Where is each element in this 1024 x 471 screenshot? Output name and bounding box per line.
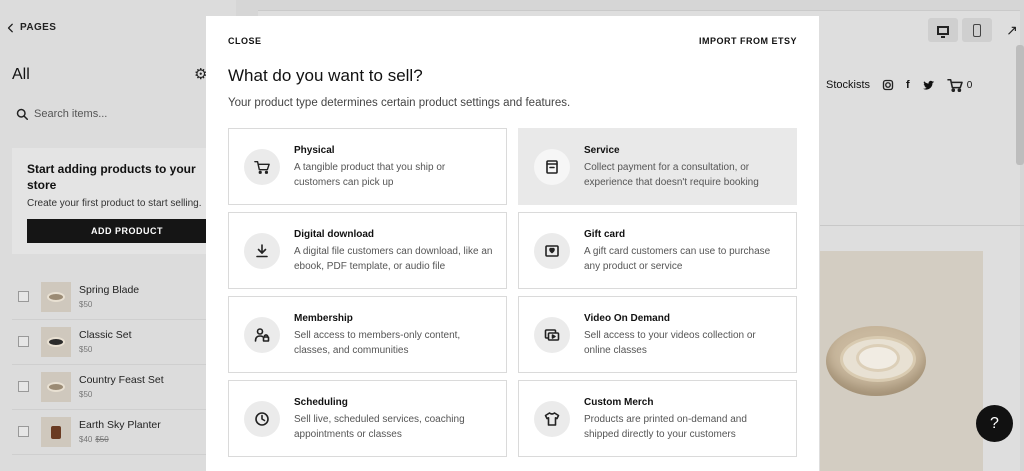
add-product-button[interactable]: ADD PRODUCT [27,219,227,243]
option-custom-merch[interactable]: Custom Merch Products are printed on-dem… [518,380,797,457]
option-scheduling[interactable]: Scheduling Sell live, scheduled services… [228,380,507,457]
scrollbar[interactable] [1016,45,1024,165]
product-list: Spring Blade $50 Classic Set $50 Country… [12,275,236,455]
product-thumbnail [41,282,71,312]
row-checkbox[interactable] [18,336,29,347]
option-description: A tangible product that you ship or cust… [294,162,446,188]
divider [820,225,1024,226]
cart-icon[interactable] [946,78,963,92]
chevron-left-icon [7,23,13,32]
product-price: $50 [79,390,93,399]
option-title: Physical [294,145,335,156]
option-title: Scheduling [294,397,348,408]
promo-title: Start adding products to your store [27,162,196,192]
empty-store-promo: Start adding products to your store Crea… [12,148,236,254]
row-checkbox[interactable] [18,426,29,437]
mobile-view-button[interactable] [962,18,992,42]
row-checkbox[interactable] [18,381,29,392]
download-icon [256,244,268,258]
option-physical[interactable]: Physical A tangible product that you shi… [228,128,507,205]
product-price: $50 [79,345,93,354]
desktop-view-button[interactable] [928,18,958,42]
instagram-icon[interactable] [882,79,894,91]
option-description: A gift card customers can use to purchas… [584,246,771,272]
member-lock-icon [254,328,270,342]
option-membership[interactable]: Membership Sell access to members-only c… [228,296,507,373]
import-from-etsy-button[interactable]: IMPORT FROM ETSY [699,36,797,46]
back-label: PAGES [20,22,57,33]
clipboard-icon [546,160,558,174]
list-item[interactable]: Classic Set $50 [12,320,236,365]
modal-subtitle: Your product type determines certain pro… [228,97,571,109]
list-item[interactable]: Country Feast Set $50 [12,365,236,410]
promo-text: Create your first product to start selli… [27,198,202,209]
product-name: Spring Blade [79,284,140,296]
option-description: A digital file customers can download, l… [294,246,493,272]
nav-link-stockists[interactable]: Stockists [826,79,870,91]
product-name: Country Feast Set [79,374,164,386]
option-title: Video On Demand [584,313,670,324]
clock-icon [255,412,269,426]
option-title: Membership [294,313,353,324]
row-checkbox[interactable] [18,291,29,302]
product-thumbnail [41,372,71,402]
original-price: $50 [95,435,109,444]
nested-bowls-image [826,326,926,396]
tshirt-icon [544,412,560,426]
list-item[interactable]: Earth Sky Planter $40 $50 [12,410,236,455]
search-icon [16,108,28,120]
product-name: Classic Set [79,329,132,341]
option-title: Service [584,145,620,156]
product-name: Earth Sky Planter [79,419,161,431]
video-icon [544,329,560,341]
phone-icon [973,23,981,37]
option-description: Sell live, scheduled services, coaching … [294,414,465,440]
option-description: Products are printed on-demand and shipp… [584,414,747,440]
option-gift-card[interactable]: Gift card A gift card customers can use … [518,212,797,289]
option-description: Sell access to members-only content, cla… [294,330,461,356]
device-toolbar: ↗ [928,18,1024,42]
option-description: Sell access to your videos collection or… [584,330,756,356]
product-type-modal: CLOSE IMPORT FROM ETSY What do you want … [206,16,819,471]
monitor-icon [937,25,949,38]
option-title: Custom Merch [584,397,654,408]
product-price: $40 $50 [79,435,109,444]
product-thumbnail [41,327,71,357]
back-to-pages-link[interactable]: PAGES [6,22,56,33]
modal-title: What do you want to sell? [228,66,423,85]
search-input[interactable]: Search items... [16,108,107,120]
product-thumbnail [41,417,71,447]
facebook-icon[interactable]: f [906,79,910,91]
option-service[interactable]: Service Collect payment for a consultati… [518,128,797,205]
product-price: $50 [79,300,93,309]
hero-image [820,251,983,471]
panel-title: All [12,66,30,83]
products-panel: PAGES All ⚙ Search items... Start adding… [0,0,236,471]
option-digital-download[interactable]: Digital download A digital file customer… [228,212,507,289]
twitter-icon[interactable] [922,79,935,92]
cart-icon [254,160,270,174]
close-button[interactable]: CLOSE [228,36,262,46]
option-video-on-demand[interactable]: Video On Demand Sell access to your vide… [518,296,797,373]
site-navigation: Stockists f 0 [826,78,972,92]
list-item[interactable]: Spring Blade $50 [12,275,236,320]
cart-count: 0 [966,79,973,91]
expand-arrow-icon[interactable]: ↗ [1000,18,1024,42]
option-description: Collect payment for a consultation, or e… [584,162,759,188]
option-title: Gift card [584,229,626,240]
help-button[interactable]: ? [976,405,1013,442]
product-type-grid: Physical A tangible product that you shi… [228,128,797,457]
search-placeholder: Search items... [34,108,108,120]
option-title: Digital download [294,229,374,240]
gift-card-icon [545,245,559,257]
